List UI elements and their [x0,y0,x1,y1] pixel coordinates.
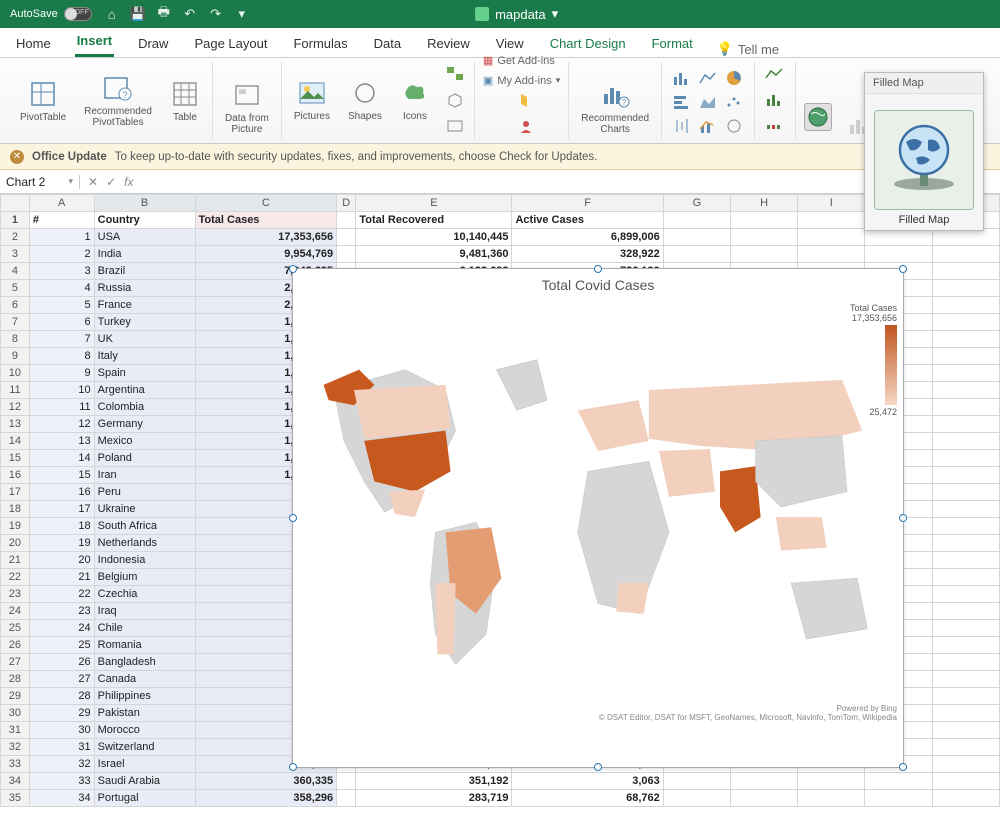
table-row[interactable]: 3534Portugal358,296283,71968,762 [1,790,1000,807]
chart-object[interactable]: Total Covid Cases Total Cases 17,353,656… [292,268,904,768]
name-box[interactable]: Chart 2 ▾ [0,175,80,189]
sparkline-line-icon[interactable] [763,63,787,85]
icons-icon [400,78,430,108]
table-button[interactable]: Table [166,77,204,125]
titlebar: AutoSave OFF ⌂ 💾 🖶 ↶ ↷ ▾ mapdata ▾ [0,0,1000,28]
autosave-toggle[interactable]: AutoSave OFF [10,7,92,21]
cancel-formula-icon[interactable]: ✕ [88,175,98,189]
filled-map-label: Filled Map [899,214,950,226]
chart-title[interactable]: Total Covid Cases [293,269,903,297]
recommended-charts-icon: ? [600,80,630,110]
tell-me-search[interactable]: 💡 Tell me [717,41,779,57]
filled-map-option[interactable] [874,110,974,210]
autosave-label: AutoSave [10,8,58,20]
pivottable-icon [28,79,58,109]
table-row[interactable]: 1#CountryTotal CasesTotal RecoveredActiv… [1,212,1000,229]
recommended-pivottables-icon: ? [103,73,133,103]
redo-icon[interactable]: ↷ [208,6,224,22]
shapes-icon [350,78,380,108]
table-row[interactable]: 3433Saudi Arabia360,335351,1923,063 [1,773,1000,790]
map-plot-area[interactable]: Total Cases 17,353,656 25,472 [293,297,903,727]
table-icon [170,79,200,109]
tab-page-layout[interactable]: Page Layout [192,30,269,57]
tab-insert[interactable]: Insert [75,27,114,57]
scatter-chart-icon[interactable] [722,91,746,113]
enter-formula-icon[interactable]: ✓ [106,175,116,189]
smartart-icon[interactable] [444,63,466,85]
pictures-icon [297,78,327,108]
toggle-icon[interactable]: OFF [64,7,92,21]
get-addins-button[interactable]: ▦Get Add-ins [483,52,560,69]
shapes-button[interactable]: Shapes [344,76,386,124]
3dmodels-icon[interactable] [444,89,466,111]
tab-format[interactable]: Format [650,30,695,57]
worksheet-grid[interactable]: A B C D E F G H I J K 1#CountryTotal Cas… [0,194,1000,834]
chevron-down-icon: ▾ [556,75,561,86]
tab-data[interactable]: Data [372,30,403,57]
tab-review[interactable]: Review [425,30,472,57]
formula-bar: Chart 2 ▾ ✕ ✓ fx [0,170,1000,194]
quick-access-toolbar: ⌂ 💾 🖶 ↶ ↷ ▾ [104,6,250,22]
globe-icon [807,106,829,128]
addins-icon: ▣ [483,74,493,87]
sparkline-column-icon[interactable] [763,89,787,111]
infobar-text: To keep up-to-date with security updates… [115,151,598,163]
chevron-down-icon: ▾ [68,176,73,187]
stock-chart-icon[interactable] [670,115,694,137]
pictures-button[interactable]: Pictures [290,76,334,124]
document-title[interactable]: mapdata ▾ [475,6,558,22]
screenshot-icon[interactable] [444,115,466,137]
maps-dropdown-button[interactable] [804,103,832,131]
filled-map-dropdown: Filled Map Filled Map [864,72,984,231]
icons-button[interactable]: Icons [396,76,434,124]
data-from-picture-icon [232,80,262,110]
filled-map-thumb-icon [884,120,964,200]
chart-legend: Total Cases 17,353,656 25,472 [850,303,897,417]
column-headers[interactable]: A B C D E F G H I J K [1,195,1000,212]
bar-chart-icon[interactable] [670,91,694,113]
recommended-charts-button[interactable]: ? Recommended Charts [577,78,653,137]
tab-draw[interactable]: Draw [136,30,170,57]
svg-text:?: ? [622,98,627,107]
more-charts-icon[interactable] [722,115,746,137]
infobar-title: Office Update [32,151,107,163]
chart-types-gallery [670,67,746,137]
filled-map-header: Filled Map [865,73,983,94]
data-from-picture-button[interactable]: Data from Picture [221,78,273,137]
legend-gradient-icon [885,325,897,405]
table-row[interactable]: 32India9,954,7699,481,360328,922 [1,246,1000,263]
people-graph-icon[interactable] [515,115,537,137]
save-icon[interactable]: 💾 [130,6,146,22]
tab-formulas[interactable]: Formulas [291,30,349,57]
my-addins-button[interactable]: ▣My Add-ins▾ [483,72,560,89]
world-map-icon [293,297,903,727]
sparkline-winloss-icon[interactable] [763,115,787,137]
bing-maps-icon[interactable] [515,89,537,111]
line-chart-icon[interactable] [696,67,720,89]
table-row[interactable]: 21USA17,353,65610,140,4456,899,006 [1,229,1000,246]
undo-icon[interactable]: ↶ [182,6,198,22]
column-chart-icon[interactable] [670,67,694,89]
area-chart-icon[interactable] [696,91,720,113]
fx-icon[interactable]: fx [124,175,133,189]
close-icon[interactable]: ✕ [10,150,24,164]
recommended-pivottables-button[interactable]: ? Recommended PivotTables [80,71,156,130]
chart-attribution: Powered by Bing © DSAT Editor, DSAT for … [599,704,897,723]
pie-chart-icon[interactable] [722,67,746,89]
excel-file-icon [475,7,489,21]
ribbon: PivotTable ? Recommended PivotTables Tab… [0,58,1000,144]
print-icon[interactable]: 🖶 [156,6,172,22]
svg-text:?: ? [123,90,128,100]
pivottable-button[interactable]: PivotTable [16,77,70,125]
addins-store-icon: ▦ [483,54,493,67]
combo-chart-icon[interactable] [696,115,720,137]
home-icon[interactable]: ⌂ [104,6,120,22]
tab-home[interactable]: Home [14,30,53,57]
chevron-down-icon: ▾ [552,6,559,22]
lightbulb-icon: 💡 [717,41,733,57]
qat-more-icon[interactable]: ▾ [234,6,250,22]
office-update-infobar: ✕ Office Update To keep up-to-date with … [0,144,1000,170]
